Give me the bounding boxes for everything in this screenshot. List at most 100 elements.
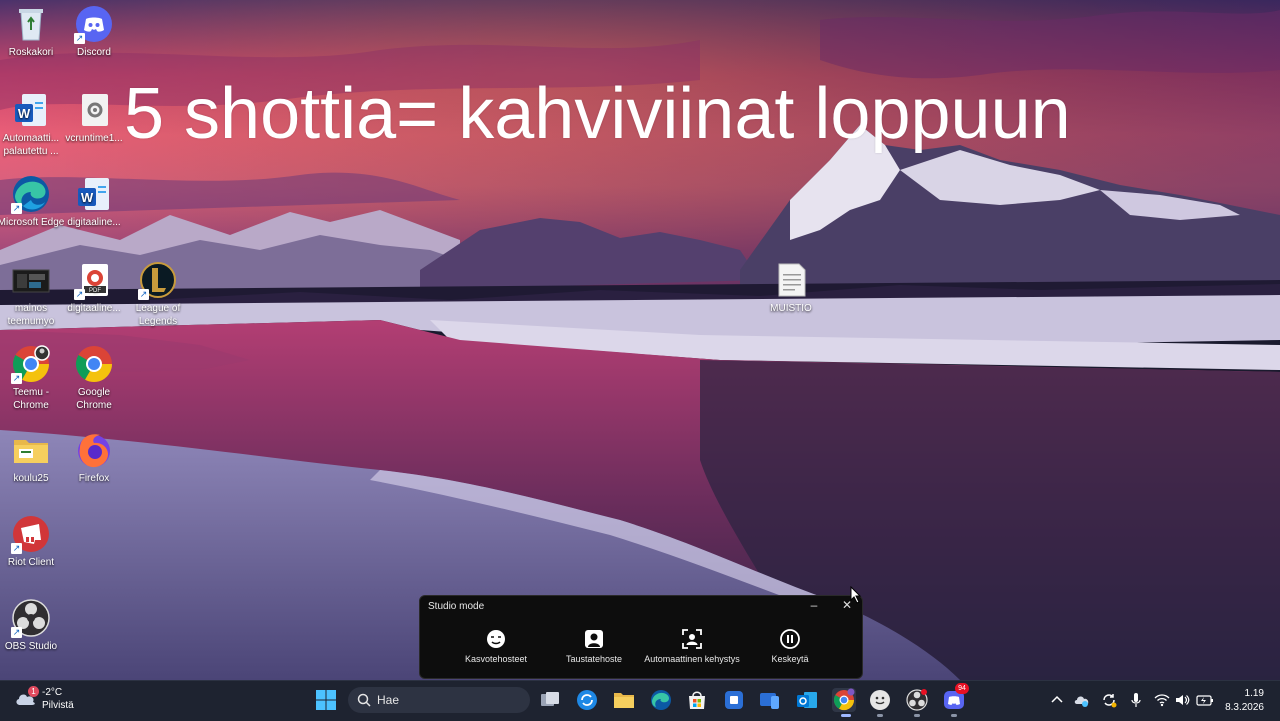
desktop-icon-firefox[interactable]: Firefox [59,430,129,485]
show-hidden-icons-button[interactable] [1049,692,1065,708]
desktop-icon-recycle-bin[interactable]: Roskakori [0,4,66,59]
sync-app-icon [577,690,597,710]
desktop-icon-discord[interactable]: ↗ Discord [59,4,129,59]
pause-button[interactable]: Keskeytä [742,628,838,665]
face-effects-icon [485,628,507,650]
taskbar-edge[interactable] [649,688,673,712]
chrome-icon [74,344,114,384]
overlay-caption: 5 shottia= kahviviinat loppuun [124,74,1071,154]
word-document-icon: W [11,90,51,130]
battery-tray-icon[interactable] [1196,692,1213,708]
search-placeholder: Hae [377,693,400,707]
recycle-bin-icon [11,4,51,44]
taskbar-app-blue-circle[interactable] [575,688,599,712]
onedrive-tray-icon[interactable] [1074,692,1090,708]
folder-icon [11,430,51,470]
wifi-icon [1154,694,1170,707]
background-effect-label: Taustatehoste [565,654,623,664]
taskbar-file-explorer[interactable] [612,688,636,712]
desktop-icon-automaatti-document[interactable]: W Automaatti... palautettu ... [0,90,66,158]
taskbar-app-smiley[interactable] [868,688,892,712]
desktop-icon-league-of-legends[interactable]: ↗ League of Legends [123,260,193,328]
desktop-icon-label: Roskakori [8,47,54,58]
desktop-icon-muistio[interactable]: MUISTIO [756,260,826,315]
desktop-icon-koulu25-folder[interactable]: koulu25 [0,430,66,485]
taskbar-outlook[interactable] [795,688,819,712]
league-of-legends-icon: ↗ [138,260,178,300]
desktop-icon-vcruntime[interactable]: vcruntime1... [59,90,129,145]
desktop-icon-label: Discord [77,47,111,58]
chevron-up-icon [1051,695,1063,703]
desktop-icon-label: Google Chrome [76,387,112,411]
auto-framing-icon [681,628,703,650]
phone-link-icon [760,693,779,709]
desktop-icon-label: vcruntime1... [65,133,123,144]
riot-client-icon: ↗ [11,514,51,554]
desktop-icon-edge[interactable]: ↗ Microsoft Edge [0,174,66,229]
running-indicator [914,714,920,717]
shortcut-arrow-icon: ↗ [74,33,85,44]
taskbar-discord[interactable]: 94 [942,683,969,712]
search-icon [357,693,371,710]
edge-icon: ↗ [11,174,51,214]
desktop-icon-obs-studio[interactable]: ↗ OBS Studio [0,598,66,653]
pause-label: Keskeytä [771,654,809,664]
edge-icon [651,690,671,710]
clock-time: 1.19 [1244,688,1264,699]
mouse-cursor-icon [850,585,862,609]
taskbar-obs[interactable] [905,688,929,712]
minimize-button[interactable]: – [803,598,825,616]
chrome-active-indicator [841,714,851,717]
desktop-icon-label: OBS Studio [4,641,58,652]
desktop-icon-label: Firefox [78,473,110,484]
volume-tray-icon[interactable] [1174,692,1190,708]
task-view-icon [541,692,559,706]
desktop-icon-label: digitaaline... [67,217,121,228]
shortcut-arrow-icon: ↗ [11,203,22,214]
video-thumbnail-icon [11,260,51,300]
desktop-icon-label: Automaatti... palautettu ... [2,133,60,157]
wifi-tray-icon[interactable] [1154,692,1170,708]
desktop-icon-label: mainos teemumyo [7,303,55,327]
desktop-icon-digitaaline-document[interactable]: W digitaaline... [59,174,129,229]
background-effect-button[interactable]: Taustatehoste [546,628,642,665]
taskbar-app-blue-square[interactable] [722,688,746,712]
running-indicator [877,714,883,717]
task-view-button[interactable] [538,688,562,712]
desktop-icon-riot-client[interactable]: ↗ Riot Client [0,514,66,569]
shortcut-arrow-icon: ↗ [11,543,22,554]
firefox-icon [74,430,114,470]
onedrive-icon [1074,696,1089,707]
background-effect-icon [583,628,605,650]
desktop-icon-label: digitaaline... [67,303,121,314]
taskbar-microsoft-store[interactable] [685,688,709,712]
microphone-tray-icon[interactable] [1128,692,1144,708]
store-icon [689,691,705,709]
taskbar-search-box[interactable]: Hae [348,687,530,713]
microphone-icon [1131,693,1141,707]
speaker-icon [1176,695,1190,705]
desktop-icon-mainos-video[interactable]: mainos teemumyo [0,260,66,328]
obs-icon: ↗ [11,598,51,638]
desktop-icon-teemu-chrome[interactable]: ↗ Teemu - Chrome [0,344,66,412]
auto-framing-button[interactable]: Automaattinen kehystys [644,628,740,665]
studio-mode-window: Studio mode – ✕ Kasvotehosteet Taustateh… [419,595,863,679]
face-effects-button[interactable]: Kasvotehosteet [448,628,544,665]
taskbar-clock[interactable]: 1.19 8.3.2026 [1225,687,1264,715]
desktop-icon-google-chrome[interactable]: Google Chrome [59,344,129,412]
desktop-icon-digitaaline-pdf[interactable]: PDF ↗ digitaaline... [59,260,129,315]
text-file-icon [771,260,811,300]
start-button[interactable] [314,688,338,712]
sync-tray-icon[interactable] [1101,692,1117,708]
pause-icon [779,628,801,650]
chrome-icon [833,688,855,711]
taskbar-phone-link[interactable] [758,688,782,712]
chrome-profile-icon: ↗ [11,344,51,384]
desktop-icon-label: Microsoft Edge [0,217,65,228]
shortcut-arrow-icon: ↗ [11,373,22,384]
obs-icon [906,689,928,711]
shortcut-arrow-icon: ↗ [138,289,149,300]
taskbar-chrome[interactable] [832,688,856,712]
auto-framing-label: Automaattinen kehystys [644,654,740,664]
discord-icon: ↗ [74,4,114,44]
